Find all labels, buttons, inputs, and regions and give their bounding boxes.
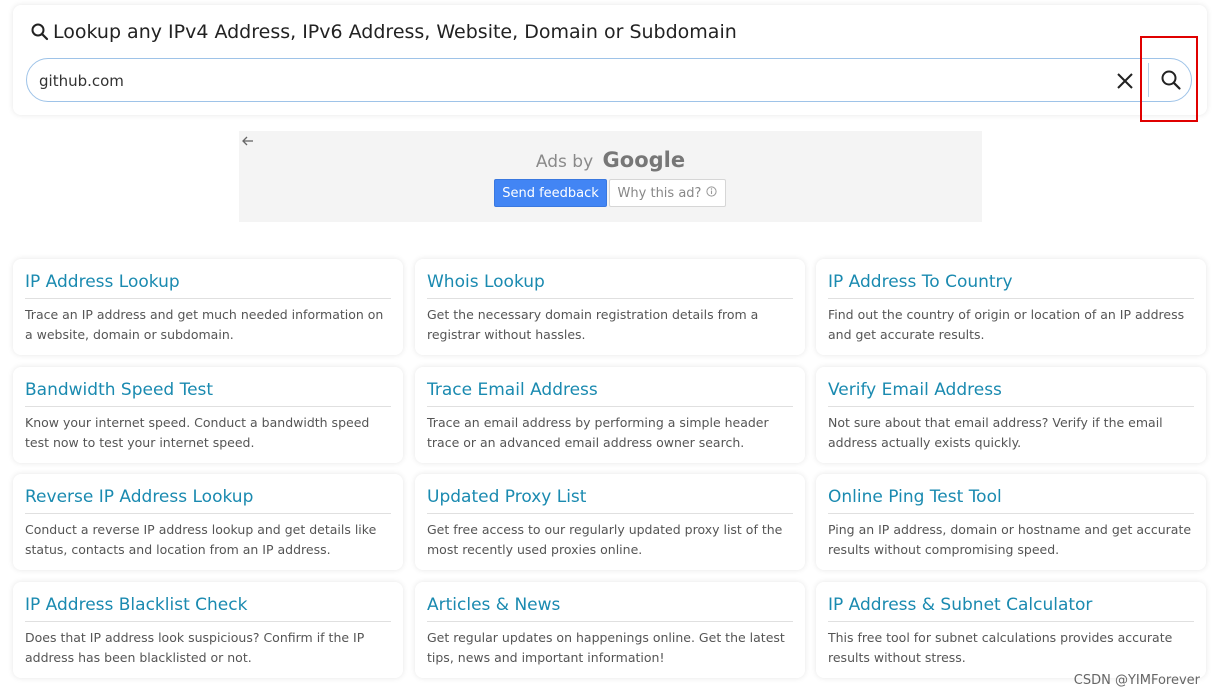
tool-description: Get regular updates on happenings online… — [427, 630, 785, 665]
tool-title[interactable]: Reverse IP Address Lookup — [25, 485, 391, 514]
why-this-ad-label: Why this ad? — [617, 185, 702, 201]
search-card: Lookup any IPv4 Address, IPv6 Address, W… — [13, 5, 1207, 115]
google-logo: Google — [602, 148, 686, 172]
search-box — [26, 58, 1192, 102]
why-this-ad-button[interactable]: Why this ad? — [609, 179, 726, 207]
tool-description: Trace an IP address and get much needed … — [25, 307, 384, 342]
tool-card[interactable]: Updated Proxy List Get free access to ou… — [415, 474, 805, 570]
tool-description: Get free access to our regularly updated… — [427, 522, 783, 557]
back-arrow-icon[interactable] — [241, 133, 255, 147]
send-feedback-button[interactable]: Send feedback — [494, 179, 607, 207]
search-heading: Lookup any IPv4 Address, IPv6 Address, W… — [29, 19, 737, 45]
watermark: CSDN @YIMForever — [1073, 673, 1200, 688]
tool-card[interactable]: IP Address Blacklist Check Does that IP … — [13, 582, 403, 678]
tool-description: Not sure about that email address? Verif… — [828, 415, 1163, 450]
tool-title[interactable]: IP Address Lookup — [25, 270, 391, 299]
tool-description: Conduct a reverse IP address lookup and … — [25, 522, 377, 557]
tool-title[interactable]: Trace Email Address — [427, 378, 793, 407]
ad-banner: Ads by Google Send feedback Why this ad? — [239, 131, 982, 222]
info-icon — [706, 185, 718, 201]
tool-title[interactable]: IP Address To Country — [828, 270, 1194, 299]
tool-description: Find out the country of origin or locati… — [828, 307, 1185, 342]
search-icon — [29, 21, 51, 43]
tool-card[interactable]: Trace Email Address Trace an email addre… — [415, 367, 805, 463]
tool-title[interactable]: Articles & News — [427, 593, 793, 622]
search-input[interactable] — [37, 65, 1101, 97]
tool-title[interactable]: IP Address Blacklist Check — [25, 593, 391, 622]
tool-title[interactable]: Bandwidth Speed Test — [25, 378, 391, 407]
tool-description: Does that IP address look suspicious? Co… — [25, 630, 365, 665]
tool-description: Know your internet speed. Conduct a band… — [25, 415, 370, 450]
tool-title[interactable]: Updated Proxy List — [427, 485, 793, 514]
ads-by-label: Ads by Google — [239, 148, 982, 172]
tool-description: Ping an IP address, domain or hostname a… — [828, 522, 1192, 557]
ads-by-text: Ads by — [535, 152, 594, 172]
tool-description: Get the necessary domain registration de… — [427, 307, 759, 342]
send-feedback-label: Send feedback — [502, 185, 599, 201]
tool-card[interactable]: Articles & News Get regular updates on h… — [415, 582, 805, 678]
tool-card[interactable]: Reverse IP Address Lookup Conduct a reve… — [13, 474, 403, 570]
tool-title[interactable]: IP Address & Subnet Calculator — [828, 593, 1194, 622]
tool-card[interactable]: Whois Lookup Get the necessary domain re… — [415, 259, 805, 355]
tool-card[interactable]: Verify Email Address Not sure about that… — [816, 367, 1206, 463]
tool-description: Trace an email address by performing a s… — [427, 415, 769, 450]
tool-card[interactable]: Online Ping Test Tool Ping an IP address… — [816, 474, 1206, 570]
tool-card[interactable]: IP Address Lookup Trace an IP address an… — [13, 259, 403, 355]
tool-card[interactable]: IP Address & Subnet Calculator This free… — [816, 582, 1206, 678]
search-heading-text: Lookup any IPv4 Address, IPv6 Address, W… — [53, 21, 737, 43]
tool-description: This free tool for subnet calculations p… — [828, 630, 1173, 665]
tool-card[interactable]: IP Address To Country Find out the count… — [816, 259, 1206, 355]
clear-icon[interactable] — [1114, 70, 1136, 92]
highlight-annotation — [1140, 36, 1198, 122]
tool-card[interactable]: Bandwidth Speed Test Know your internet … — [13, 367, 403, 463]
tool-title[interactable]: Online Ping Test Tool — [828, 485, 1194, 514]
tool-title[interactable]: Verify Email Address — [828, 378, 1194, 407]
tool-title[interactable]: Whois Lookup — [427, 270, 793, 299]
